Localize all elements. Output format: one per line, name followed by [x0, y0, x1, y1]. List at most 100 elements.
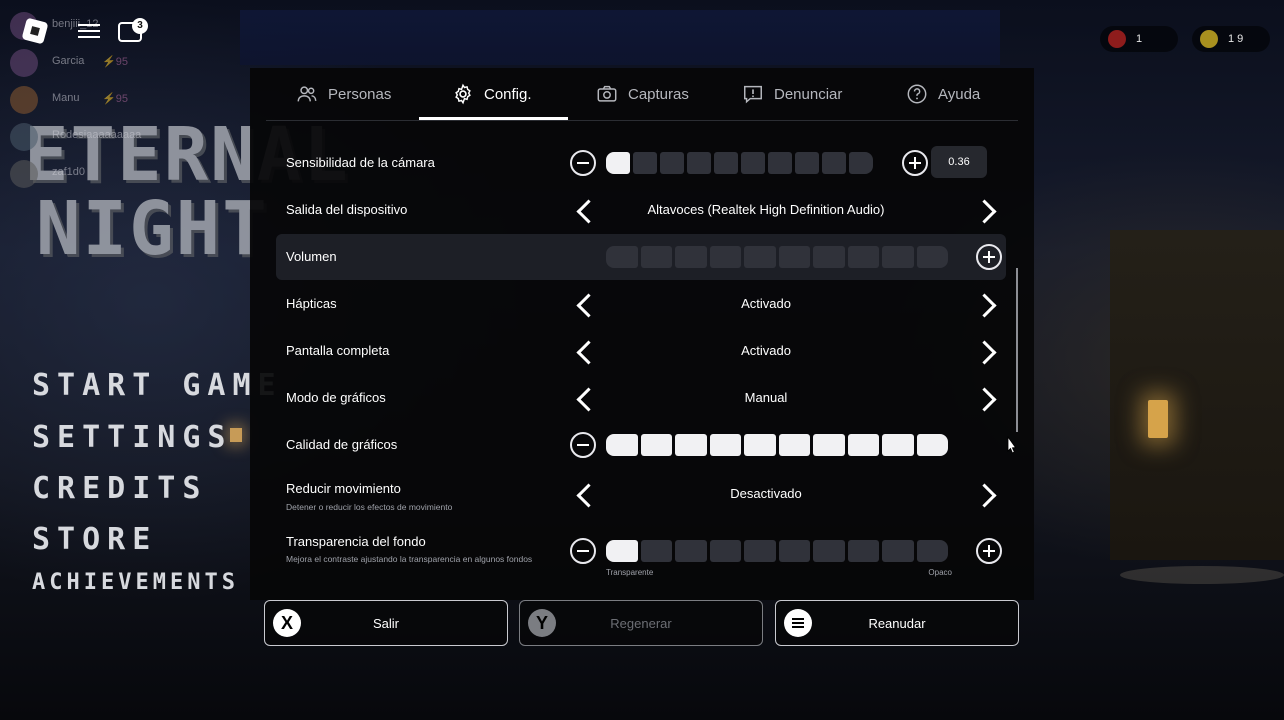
avatar	[10, 86, 38, 114]
slider-segment[interactable]	[675, 246, 707, 268]
graphics-quality-slider[interactable]	[606, 434, 948, 456]
chevron-right-icon[interactable]	[972, 199, 997, 224]
camera-sensitivity-slider[interactable]	[606, 152, 873, 174]
slider-segment[interactable]	[822, 152, 846, 174]
decrease-button[interactable]	[570, 432, 596, 458]
slider-segment[interactable]	[778, 540, 810, 562]
setting-value: Activado	[741, 296, 791, 311]
slider-segment[interactable]	[675, 540, 707, 562]
setting-output-device: Salida del dispositivo Altavoces (Realte…	[276, 187, 1006, 233]
chevron-right-icon[interactable]	[972, 293, 997, 318]
slider-segment[interactable]	[606, 152, 630, 174]
slider-segment[interactable]	[882, 540, 914, 562]
chevron-right-icon[interactable]	[972, 387, 997, 412]
slider-segment[interactable]	[916, 434, 948, 456]
tab-denunciar[interactable]: Denunciar	[742, 68, 842, 120]
tab-config[interactable]: Config.	[452, 68, 532, 120]
slider-segment[interactable]	[744, 540, 776, 562]
tab-bar: Personas Config. Capturas Denunciar Ayud…	[266, 68, 1018, 121]
menu-store[interactable]: STORE	[32, 522, 157, 557]
menu-start-game[interactable]: START GAME	[32, 368, 283, 403]
tab-label: Config.	[484, 85, 532, 103]
slider-segment[interactable]	[813, 540, 845, 562]
slider-segment[interactable]	[606, 246, 638, 268]
setting-value: Activado	[741, 343, 791, 358]
slider-segment[interactable]	[709, 246, 741, 268]
player-entry: Garcia ⚡95	[10, 47, 210, 77]
menu-credits[interactable]: CREDITS	[32, 471, 207, 506]
slider-segment[interactable]	[882, 434, 914, 456]
increase-button[interactable]	[976, 538, 1002, 564]
chevron-right-icon[interactable]	[972, 483, 997, 508]
slider-segment[interactable]	[606, 540, 638, 562]
button-label: Regenerar	[610, 616, 672, 631]
scrollbar[interactable]	[1016, 268, 1018, 432]
avatar	[10, 49, 38, 77]
slider-min-label: Transparente	[606, 568, 654, 577]
tab-ayuda[interactable]: Ayuda	[906, 68, 980, 120]
slider-segment[interactable]	[741, 152, 765, 174]
resume-button[interactable]: Reanudar	[775, 600, 1019, 646]
slider-segment[interactable]	[675, 434, 707, 456]
hamburger-menu-icon[interactable]	[78, 22, 100, 40]
slider-segment[interactable]	[744, 434, 776, 456]
setting-reduce-motion: Reducir movimiento Detener o reducir los…	[276, 469, 1006, 519]
setting-haptics: Hápticas Activado	[276, 281, 1006, 327]
slider-segment[interactable]	[847, 540, 879, 562]
slider-segment[interactable]	[709, 540, 741, 562]
slider-segment[interactable]	[849, 152, 873, 174]
coin-icon	[1200, 30, 1218, 48]
camera-icon	[597, 85, 617, 102]
player-stat: ⚡95	[102, 93, 128, 105]
settings-panel: Personas Config. Capturas Denunciar Ayud…	[250, 68, 1034, 600]
slider-segment[interactable]	[633, 152, 657, 174]
decrease-button[interactable]	[570, 150, 596, 176]
avatar	[10, 123, 38, 151]
slider-segment[interactable]	[660, 152, 684, 174]
exit-button[interactable]: X Salir	[264, 600, 508, 646]
slider-segment[interactable]	[813, 246, 845, 268]
tab-personas[interactable]: Personas	[296, 68, 391, 120]
slider-segment[interactable]	[882, 246, 914, 268]
slider-segment[interactable]	[916, 540, 948, 562]
slider-segment[interactable]	[916, 246, 948, 268]
slider-segment[interactable]	[778, 246, 810, 268]
slider-segment[interactable]	[714, 152, 738, 174]
slider-segment[interactable]	[795, 152, 819, 174]
menu-achievements[interactable]: ACHIEVEMENTS	[32, 570, 239, 595]
slider-segment[interactable]	[640, 434, 672, 456]
tab-label: Denunciar	[774, 85, 843, 103]
stat-red-value: 1	[1136, 33, 1143, 45]
slider-segment[interactable]	[768, 152, 792, 174]
chevron-right-icon[interactable]	[972, 340, 997, 365]
setting-label: Calidad de gráficos	[286, 437, 398, 452]
slider-segment[interactable]	[813, 434, 845, 456]
slider-segment[interactable]	[744, 246, 776, 268]
tab-capturas[interactable]: Capturas	[596, 68, 689, 120]
player-name: Garcia	[52, 55, 85, 67]
volume-slider[interactable]	[606, 246, 948, 268]
heart-icon	[1108, 30, 1126, 48]
camera-sensitivity-value[interactable]: 0.36	[931, 146, 987, 178]
slider-segment[interactable]	[847, 246, 879, 268]
setting-label: Sensibilidad de la cámara	[286, 155, 435, 170]
pointer-cursor-icon	[1007, 436, 1016, 454]
slider-segment[interactable]	[778, 434, 810, 456]
slider-segment[interactable]	[847, 434, 879, 456]
slider-segment[interactable]	[687, 152, 711, 174]
respawn-button[interactable]: Y Regenerar	[519, 600, 763, 646]
people-icon	[297, 86, 317, 102]
roblox-logo-icon[interactable]	[21, 17, 49, 45]
menu-settings[interactable]: SETTINGS	[32, 420, 233, 455]
slider-segment[interactable]	[640, 540, 672, 562]
window-light	[1148, 400, 1168, 438]
stat-gold: 1 9	[1192, 26, 1270, 52]
decrease-button[interactable]	[570, 538, 596, 564]
transparency-slider[interactable]	[606, 540, 948, 562]
setting-label: Pantalla completa	[286, 343, 390, 358]
slider-segment[interactable]	[606, 434, 638, 456]
increase-button[interactable]	[976, 244, 1002, 270]
increase-button[interactable]	[902, 150, 928, 176]
slider-segment[interactable]	[640, 246, 672, 268]
slider-segment[interactable]	[709, 434, 741, 456]
